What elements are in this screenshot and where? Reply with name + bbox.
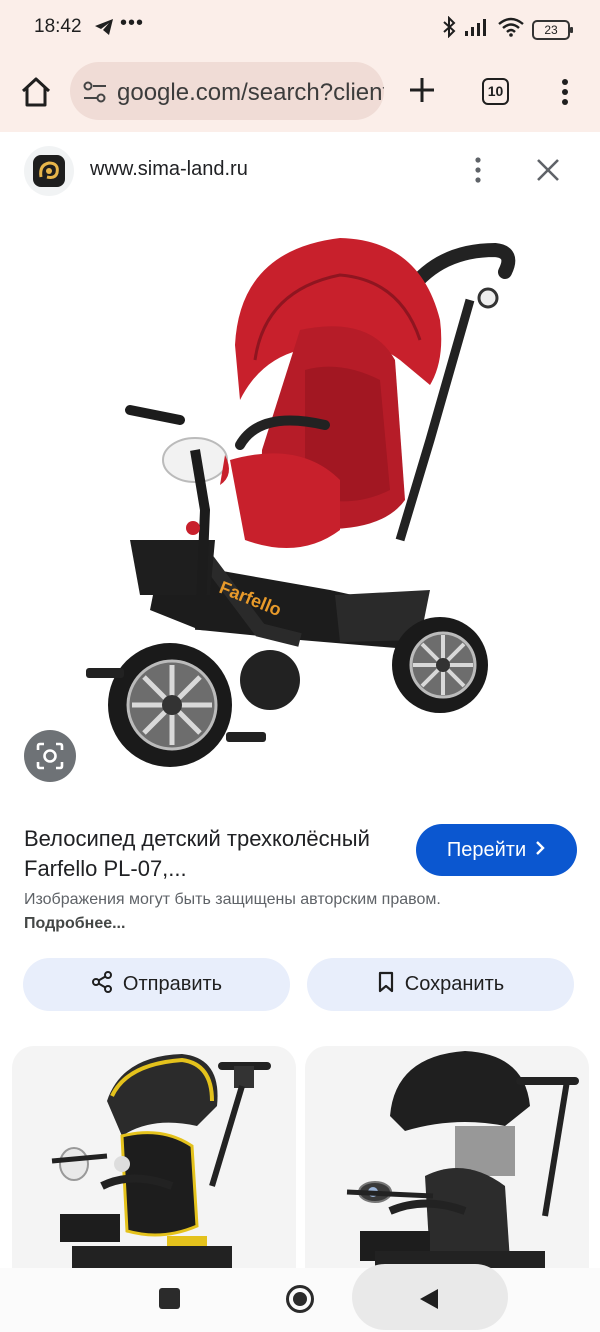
recents-button[interactable] — [159, 1288, 180, 1309]
image-title[interactable]: Велосипед детский трехколёсный Farfello … — [24, 824, 404, 884]
black-tricycle-thumbnail — [346, 1051, 579, 1268]
status-icons: 23 — [442, 15, 573, 43]
address-bar[interactable]: google.com/search?client — [70, 62, 384, 120]
save-button[interactable]: Сохранить — [307, 958, 574, 1011]
status-bar: 18:42 ••• 23 — [0, 0, 600, 56]
site-url[interactable]: www.sima-land.ru — [90, 158, 248, 181]
tricycle-illustration: Farfello — [86, 238, 516, 767]
battery-indicator: 23 — [532, 19, 573, 40]
more-options-icon[interactable] — [466, 154, 490, 186]
share-button[interactable]: Отправить — [23, 958, 290, 1011]
system-nav-bar — [0, 1264, 600, 1332]
image-detail-sheet: www.sima-land.ru Farfello Велосипед детс… — [0, 132, 600, 1268]
bluetooth-icon — [442, 15, 456, 43]
share-icon — [91, 970, 113, 999]
visit-button-label: Перейти — [446, 838, 527, 861]
bookmark-icon — [377, 971, 395, 999]
share-label: Отправить — [122, 973, 223, 995]
copyright-notice: Изображения могут быть защищены авторски… — [24, 888, 444, 936]
status-time: 18:42 — [34, 16, 82, 37]
copyright-text: Изображения могут быть защищены авторски… — [24, 891, 441, 908]
telegram-icon — [94, 18, 114, 41]
notification-more-icon: ••• — [120, 12, 145, 34]
close-icon[interactable] — [532, 154, 564, 186]
yellow-tricycle-thumbnail — [51, 1054, 271, 1268]
browser-menu-icon[interactable] — [552, 74, 578, 110]
learn-more-link[interactable]: Подробнее... — [24, 915, 125, 932]
sima-land-logo-icon — [33, 155, 65, 187]
wifi-icon — [498, 17, 524, 42]
chevron-right-icon — [534, 839, 546, 862]
home-nav-button[interactable] — [285, 1284, 315, 1314]
tab-switcher-button[interactable]: 10 — [482, 78, 509, 105]
lens-icon — [36, 742, 64, 770]
url-text: google.com/search?client — [117, 79, 384, 106]
back-icon[interactable] — [416, 1286, 442, 1312]
main-product-image[interactable]: Farfello — [0, 210, 600, 808]
visit-button[interactable]: Перейти — [416, 824, 577, 876]
save-label: Сохранить — [404, 973, 505, 995]
related-image[interactable] — [305, 1046, 589, 1268]
site-header: www.sima-land.ru — [0, 132, 600, 210]
home-button[interactable] — [18, 74, 54, 110]
site-logo[interactable] — [24, 146, 74, 196]
google-lens-button[interactable] — [24, 730, 76, 782]
browser-toolbar: google.com/search?client 10 — [0, 56, 600, 132]
site-settings-icon[interactable] — [82, 79, 108, 105]
signal-icon — [464, 17, 490, 42]
new-tab-button[interactable] — [404, 72, 440, 108]
related-image[interactable] — [12, 1046, 296, 1268]
